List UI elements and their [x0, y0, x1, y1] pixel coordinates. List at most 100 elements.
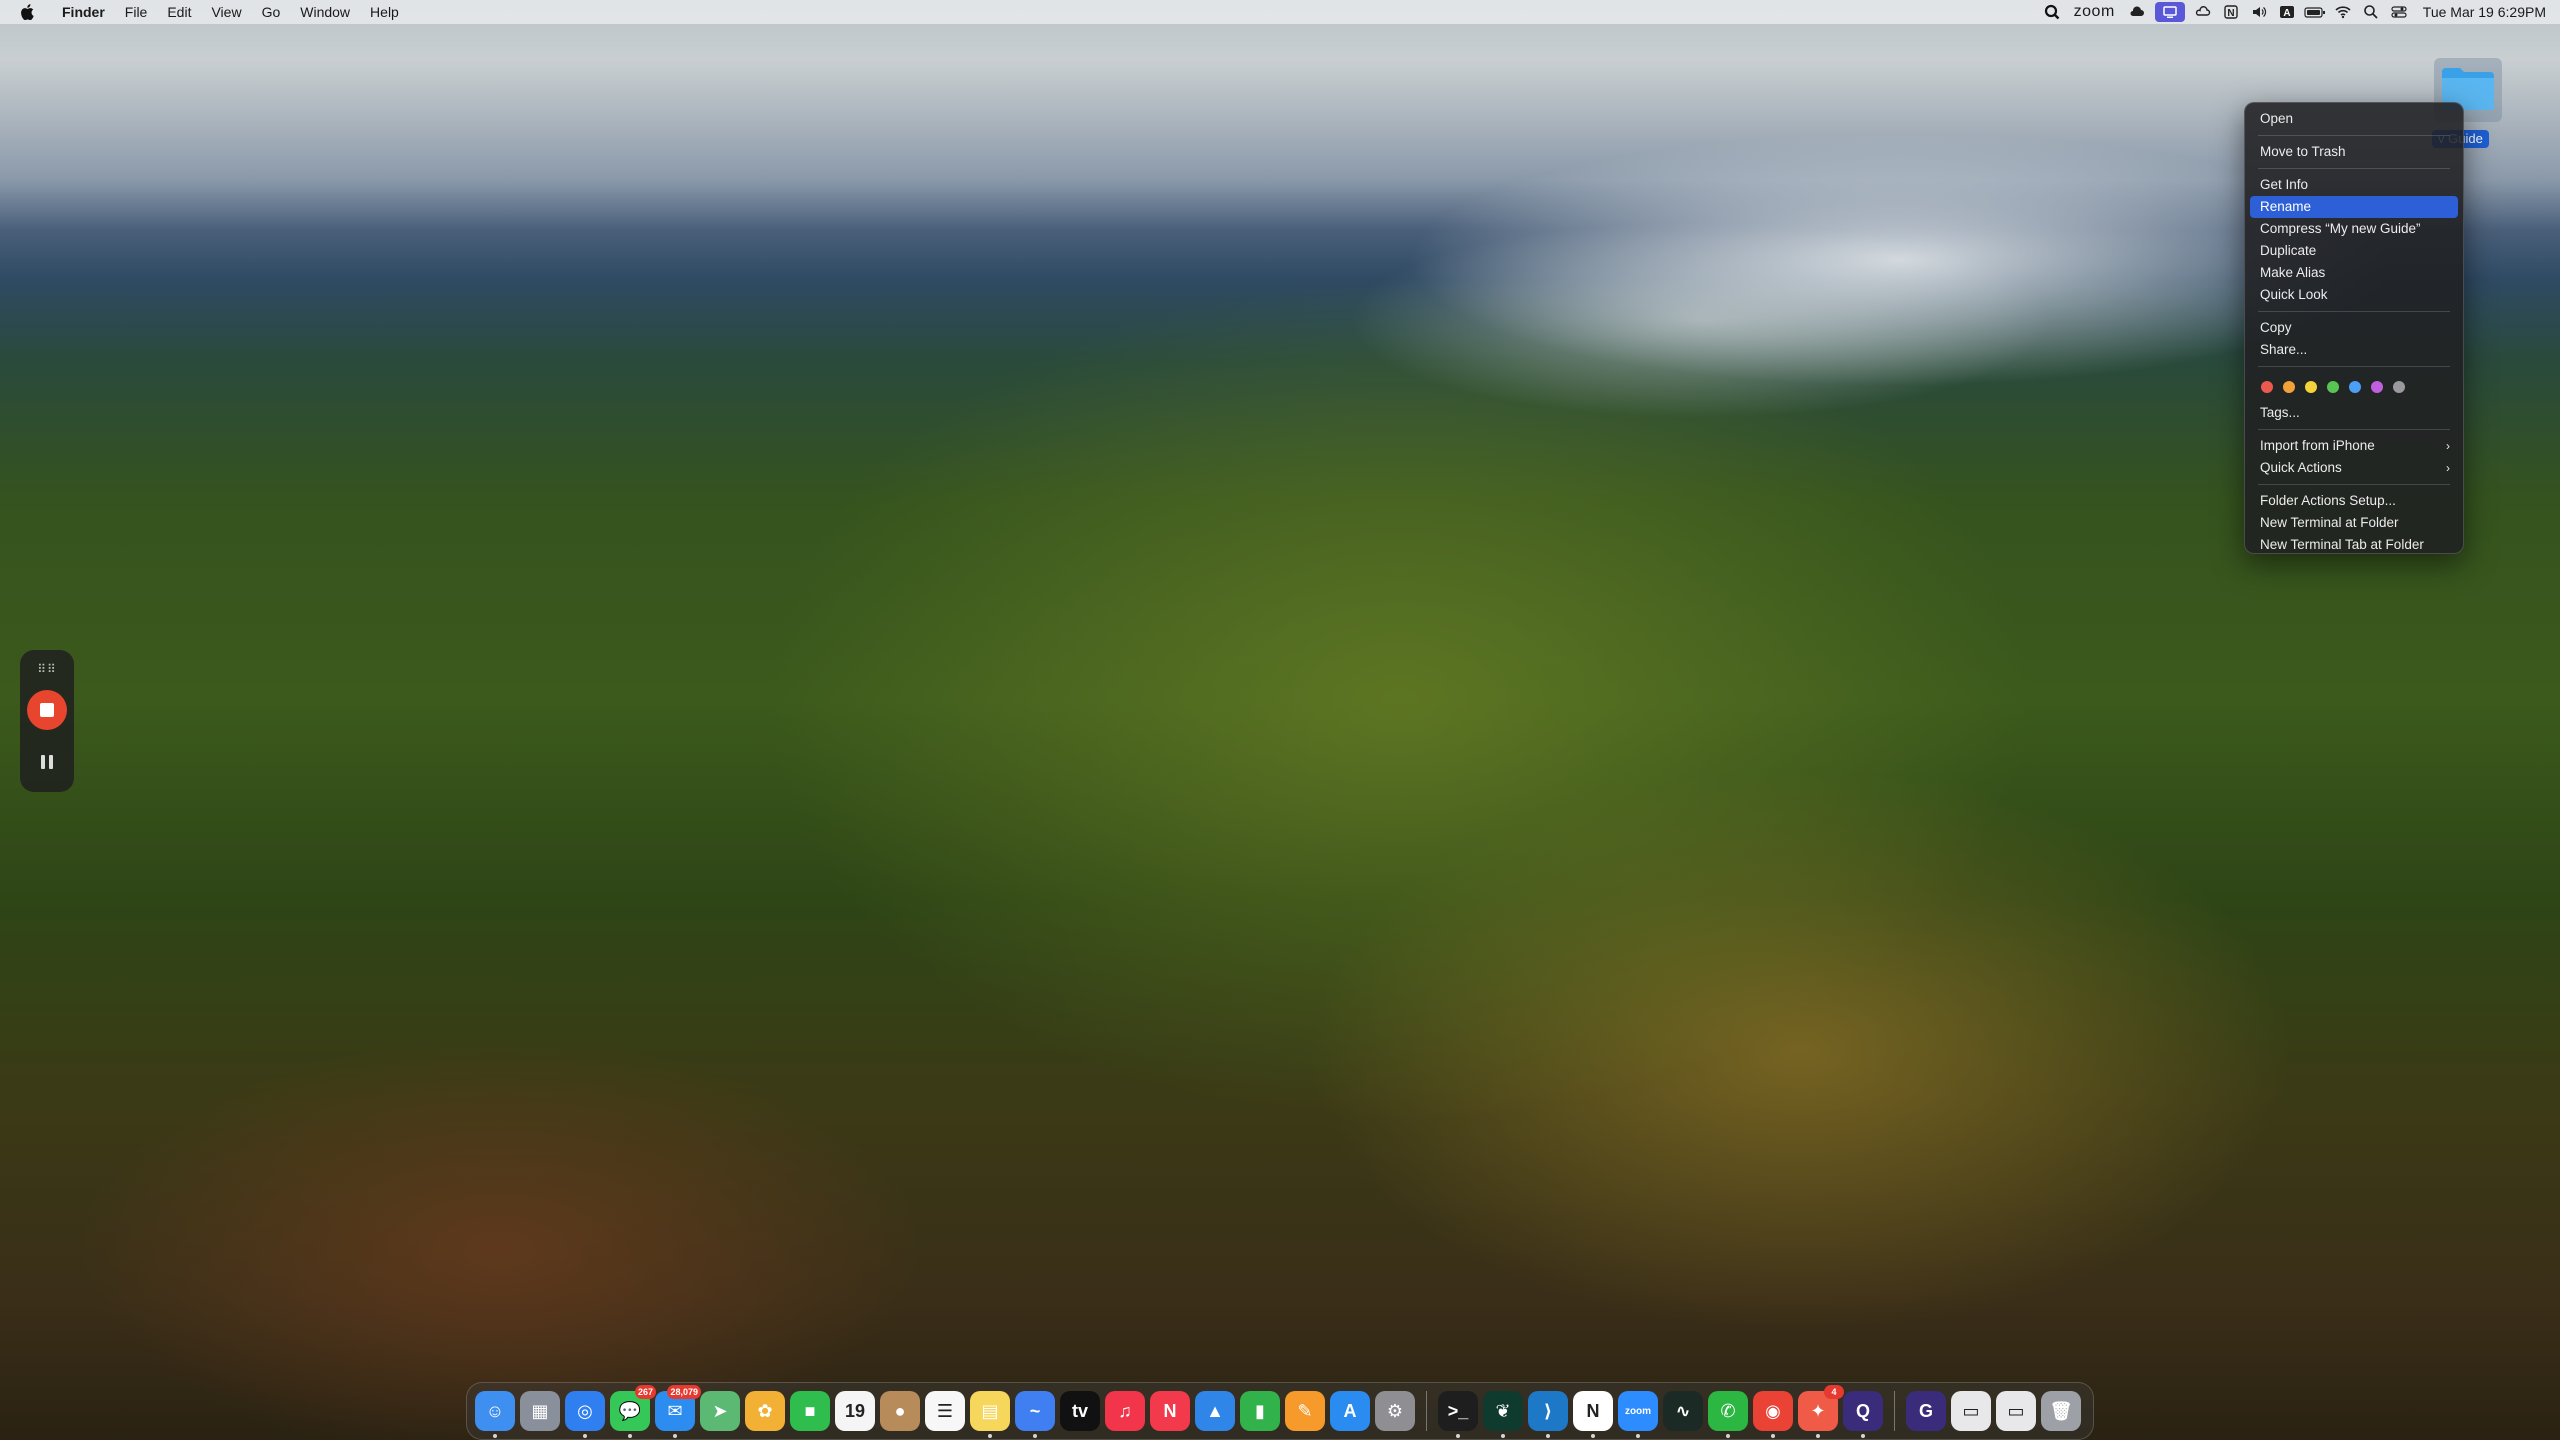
dock-messages-icon[interactable]: 💬 267	[610, 1385, 656, 1438]
notion-icon[interactable]: N	[2217, 0, 2245, 24]
dock-maps-icon[interactable]: ➤	[700, 1391, 740, 1431]
apple-menu-icon[interactable]	[18, 3, 36, 21]
dock-mail-icon[interactable]: ✉ 28,079	[655, 1385, 701, 1438]
dock-numbers-icon[interactable]: ▮	[1240, 1391, 1280, 1431]
cloud-icon[interactable]	[2189, 0, 2217, 24]
dock-trash-icon[interactable]: 🗑	[2041, 1391, 2081, 1431]
pause-recording-button[interactable]	[35, 750, 59, 774]
tag-orange-dot[interactable]	[2283, 381, 2295, 393]
dock-photos-icon[interactable]: ✿	[745, 1391, 785, 1431]
dock-terminal-icon[interactable]: >_	[1438, 1391, 1478, 1438]
dock-activity-monitor-icon[interactable]: ∿	[1663, 1391, 1703, 1431]
dock-freeform-icon[interactable]: ~	[1015, 1391, 1055, 1438]
running-indicator	[1636, 1434, 1640, 1438]
stop-recording-button[interactable]	[27, 690, 67, 730]
dock-news-icon[interactable]: N	[1150, 1391, 1190, 1431]
dock-mongodb-compass-icon[interactable]: ❦	[1483, 1391, 1523, 1438]
menu-item-open[interactable]: Open	[2250, 108, 2458, 130]
menu-item-quick-look[interactable]: Quick Look	[2250, 284, 2458, 306]
menu-item-make-alias[interactable]: Make Alias	[2250, 262, 2458, 284]
chevron-right-icon: ›	[2446, 439, 2450, 453]
svg-text:N: N	[2227, 8, 2234, 19]
news-glyph: N	[1163, 1400, 1177, 1421]
dock-system-settings-icon[interactable]: ⚙	[1375, 1391, 1415, 1431]
screen-share-icon[interactable]	[2154, 2, 2185, 22]
menu-item-new-terminal-at-folder[interactable]: New Terminal at Folder	[2250, 512, 2458, 534]
dock-music-icon[interactable]: ♫	[1105, 1391, 1145, 1431]
document-stack-1-glyph: ▭	[1962, 1400, 1980, 1421]
drag-handle-icon[interactable]: ⠿⠿	[36, 662, 58, 676]
whatsapp-glyph: ✆	[1720, 1400, 1736, 1421]
menu-item-rename[interactable]: Rename	[2250, 196, 2458, 218]
menu-app-finder[interactable]: Finder	[52, 0, 115, 24]
dock-notion-icon[interactable]: N	[1573, 1391, 1613, 1438]
menu-item-get-info[interactable]: Get Info	[2250, 174, 2458, 196]
dock-vscode-icon[interactable]: ⟩	[1528, 1391, 1568, 1438]
music-glyph: ♫	[1118, 1400, 1132, 1421]
menu-item-quick-actions[interactable]: Quick Actions ›	[2250, 457, 2458, 479]
dock-app-store-icon[interactable]: A	[1330, 1391, 1370, 1431]
menu-item-new-terminal-tab-at-folder[interactable]: New Terminal Tab at Folder	[2250, 534, 2458, 556]
dock-document-stack-2-icon[interactable]: ▭	[1996, 1391, 2036, 1431]
zoom-status-text[interactable]: zoom	[2066, 3, 2123, 21]
dock-gitkraken-like-icon[interactable]: Q	[1843, 1391, 1883, 1438]
dock-chrome-icon[interactable]: ◉	[1753, 1391, 1793, 1438]
dock-facetime-icon[interactable]: ■	[790, 1391, 830, 1431]
tag-red-dot[interactable]	[2261, 381, 2273, 393]
dock-pages-icon[interactable]: ✎	[1285, 1391, 1325, 1431]
tag-blue-dot[interactable]	[2349, 381, 2361, 393]
menu-item-share[interactable]: Share...	[2250, 339, 2458, 361]
tag-green-dot[interactable]	[2327, 381, 2339, 393]
battery-icon[interactable]	[2301, 0, 2329, 24]
dock-finder-icon[interactable]: ☺	[475, 1391, 515, 1438]
menu-item-compress[interactable]: Compress “My new Guide”	[2250, 218, 2458, 240]
menu-item-duplicate[interactable]: Duplicate	[2250, 240, 2458, 262]
notification-badge: 4	[1824, 1385, 1844, 1399]
running-indicator	[988, 1434, 992, 1438]
menu-item-tags[interactable]: Tags...	[2250, 402, 2458, 424]
running-indicator	[628, 1434, 632, 1438]
volume-icon[interactable]	[2245, 0, 2273, 24]
dock-figma-like-icon[interactable]: ✦ 4	[1798, 1385, 1844, 1438]
dock-document-stack-1-icon[interactable]: ▭	[1951, 1391, 1991, 1431]
dock-whatsapp-icon[interactable]: ✆	[1708, 1391, 1748, 1438]
menu-view[interactable]: View	[201, 0, 251, 24]
menu-file[interactable]: File	[115, 0, 158, 24]
input-source-icon[interactable]: A	[2273, 0, 2301, 24]
menu-item-import-from-iphone[interactable]: Import from iPhone ›	[2250, 435, 2458, 457]
menu-separator	[2258, 429, 2450, 430]
dock-launchpad-icon[interactable]: ▦	[520, 1391, 560, 1431]
menu-window[interactable]: Window	[290, 0, 360, 24]
tag-purple-dot[interactable]	[2371, 381, 2383, 393]
wifi-icon[interactable]	[2329, 0, 2357, 24]
tag-color-row	[2250, 372, 2458, 402]
dock-reminders-icon[interactable]: ☰	[925, 1391, 965, 1431]
menu-bar-clock[interactable]: Tue Mar 19 6:29PM	[2413, 4, 2546, 20]
chevron-right-icon: ›	[2446, 461, 2450, 475]
freeform-glyph: ~	[1029, 1400, 1041, 1421]
dock-contacts-icon[interactable]: ●	[880, 1391, 920, 1431]
menu-item-label: Import from iPhone	[2260, 438, 2375, 453]
tag-yellow-dot[interactable]	[2305, 381, 2317, 393]
messages-glyph: 💬	[618, 1400, 642, 1421]
notification-badge: 267	[634, 1385, 656, 1399]
dock-apple-tv-icon[interactable]: tv	[1060, 1391, 1100, 1431]
menu-item-move-to-trash[interactable]: Move to Trash	[2250, 141, 2458, 163]
dock-zoom-icon[interactable]: zoom	[1618, 1391, 1658, 1438]
menu-go[interactable]: Go	[252, 0, 291, 24]
spotlight-icon[interactable]	[2357, 0, 2385, 24]
menu-edit[interactable]: Edit	[157, 0, 201, 24]
control-center-icon[interactable]	[2385, 0, 2413, 24]
menu-item-folder-actions-setup[interactable]: Folder Actions Setup...	[2250, 490, 2458, 512]
dock-notes-icon[interactable]: ▤	[970, 1391, 1010, 1438]
menu-item-copy[interactable]: Copy	[2250, 317, 2458, 339]
photos-glyph: ✿	[757, 1400, 773, 1421]
dock-downloads-stack-icon[interactable]: G	[1906, 1391, 1946, 1431]
menu-help[interactable]: Help	[360, 0, 409, 24]
dock-safari-icon[interactable]: ◎	[565, 1391, 605, 1438]
weather-icon[interactable]	[2123, 0, 2151, 24]
dock-keynote-icon[interactable]: ▲	[1195, 1391, 1235, 1431]
search-app-icon[interactable]	[2038, 0, 2066, 24]
tag-gray-dot[interactable]	[2393, 381, 2405, 393]
dock-calendar-icon[interactable]: 19	[835, 1391, 875, 1431]
